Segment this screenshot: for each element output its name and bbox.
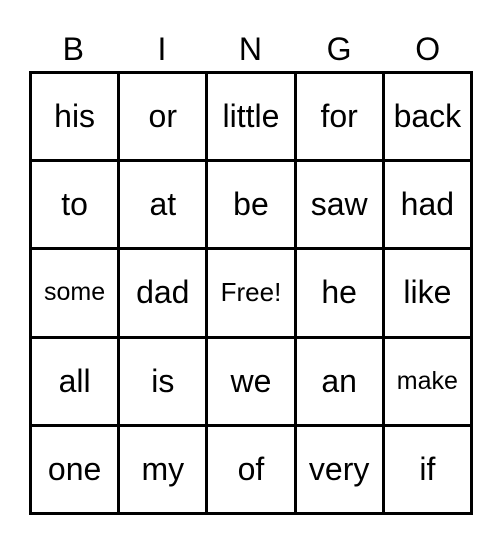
- grid-row: all is we an make: [28, 335, 474, 427]
- bingo-grid: his or little for back to at be saw had …: [28, 70, 474, 516]
- bingo-cell[interactable]: an: [293, 335, 385, 427]
- header-letter-g: G: [326, 31, 352, 67]
- bingo-cell[interactable]: we: [205, 335, 297, 427]
- grid-row: one my of very if: [28, 423, 474, 516]
- bingo-cell[interactable]: all: [28, 335, 121, 427]
- header-letter-o: O: [415, 31, 441, 67]
- bingo-cell[interactable]: he: [293, 247, 385, 339]
- bingo-cell[interactable]: at: [117, 159, 209, 251]
- bingo-cell[interactable]: to: [28, 159, 121, 251]
- bingo-cell[interactable]: or: [117, 70, 209, 163]
- bingo-cell[interactable]: had: [381, 159, 474, 251]
- bingo-cell[interactable]: back: [381, 70, 474, 163]
- bingo-header: B I N G O: [29, 28, 472, 70]
- bingo-cell[interactable]: saw: [293, 159, 385, 251]
- header-letter-i: I: [157, 31, 167, 67]
- header-letter-n: N: [238, 31, 263, 67]
- bingo-cell[interactable]: like: [381, 247, 474, 339]
- bingo-cell[interactable]: make: [381, 335, 474, 427]
- bingo-cell[interactable]: very: [293, 423, 385, 516]
- grid-row: some dad Free! he like: [28, 247, 474, 339]
- bingo-cell[interactable]: be: [205, 159, 297, 251]
- bingo-cell[interactable]: little: [205, 70, 297, 163]
- bingo-cell[interactable]: if: [381, 423, 474, 516]
- bingo-cell[interactable]: my: [117, 423, 209, 516]
- bingo-cell[interactable]: is: [117, 335, 209, 427]
- bingo-cell[interactable]: for: [293, 70, 385, 163]
- grid-row: to at be saw had: [28, 159, 474, 251]
- header-letter-b: B: [62, 31, 84, 67]
- free-space-cell[interactable]: Free!: [205, 247, 297, 339]
- bingo-cell[interactable]: some: [28, 247, 121, 339]
- bingo-cell[interactable]: dad: [117, 247, 209, 339]
- grid-row: his or little for back: [28, 70, 474, 163]
- bingo-cell[interactable]: one: [28, 423, 121, 516]
- bingo-cell[interactable]: of: [205, 423, 297, 516]
- bingo-cell[interactable]: his: [28, 70, 121, 163]
